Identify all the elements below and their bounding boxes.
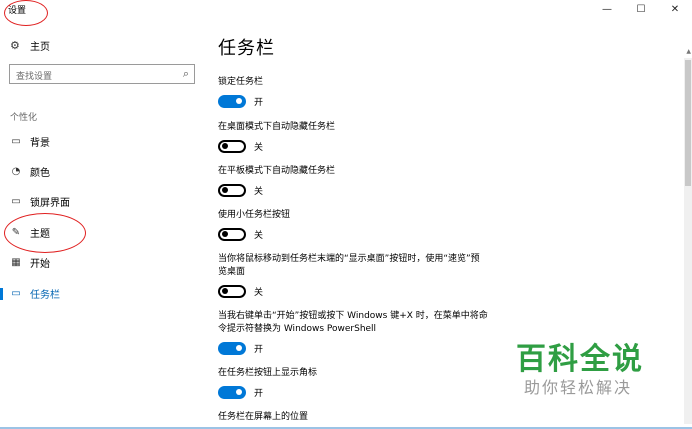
toggle-row-lock-taskbar: 开 xyxy=(218,94,263,108)
window-controls: — ☐ ✕ xyxy=(590,0,692,18)
setting-label-autohide-tablet: 在平板模式下自动隐藏任务栏 xyxy=(218,166,336,176)
setting-label-lock-taskbar: 锁定任务栏 xyxy=(218,77,264,87)
scrollbar-thumb[interactable] xyxy=(685,60,691,186)
setting-label-line: 令提示符替换为 Windows PowerShell xyxy=(218,324,377,334)
search-placeholder: 查找设置 xyxy=(16,72,53,82)
toggle-lock-taskbar[interactable] xyxy=(218,94,246,108)
toggle-knob xyxy=(222,187,228,193)
watermark-title: 百科全说 xyxy=(516,342,644,377)
watermark-subtitle: 助你轻松解决 xyxy=(524,378,633,397)
toggle-state-label: 开 xyxy=(254,344,264,355)
setting-label-peek: 当你将鼠标移动到任务栏末端的“显示桌面”按钮时，使用“速览”预 览桌面 xyxy=(218,253,480,279)
palette-icon: ◔ xyxy=(11,165,21,177)
toggle-knob xyxy=(222,288,228,294)
picture-icon: ▭ xyxy=(11,135,21,147)
toggle-row-powershell: 开 xyxy=(218,341,263,355)
close-button[interactable]: ✕ xyxy=(658,0,692,18)
search-input[interactable]: 查找设置 ⌕ xyxy=(9,64,195,84)
toggle-state-label: 关 xyxy=(254,142,264,153)
toggle-powershell[interactable] xyxy=(218,341,246,355)
setting-label-small-buttons: 使用小任务栏按钮 xyxy=(218,210,291,220)
active-indicator xyxy=(0,288,3,300)
gear-icon: ⚙ xyxy=(10,39,20,52)
toggle-row-peek: 关 xyxy=(218,284,263,298)
setting-label-line: 览桌面 xyxy=(218,267,246,277)
home-nav-item[interactable]: ⚙ 主页 xyxy=(10,38,50,53)
sidebar-item-label: 背景 xyxy=(30,137,50,149)
toggle-knob xyxy=(222,143,228,149)
sidebar-item-label: 锁屏界面 xyxy=(30,197,70,209)
toggle-state-label: 关 xyxy=(254,287,264,298)
setting-label-line: 当我右键单击“开始”按钮或按下 Windows 键+X 时，在菜单中将命 xyxy=(218,311,488,321)
sidebar-item-label: 开始 xyxy=(30,258,50,270)
annotation-circle-title xyxy=(4,0,48,26)
toggle-row-autohide-tablet: 关 xyxy=(218,183,263,197)
section-label-taskbar-location: 任务栏在屏幕上的位置 xyxy=(218,412,309,422)
toggle-small-buttons[interactable] xyxy=(218,227,246,241)
minimize-button[interactable]: — xyxy=(590,0,624,18)
toggle-state-label: 关 xyxy=(254,186,264,197)
page-title: 任务栏 xyxy=(218,38,275,59)
taskbar-icon: ▭ xyxy=(11,287,21,299)
sidebar-item-start[interactable]: ▦ 开始 xyxy=(10,255,50,270)
toggle-state-label: 关 xyxy=(254,230,264,241)
toggle-state-label: 开 xyxy=(254,97,264,108)
toggle-state-label: 开 xyxy=(254,388,264,399)
toggle-autohide-tablet[interactable] xyxy=(218,183,246,197)
sidebar-item-taskbar[interactable]: ▭ 任务栏 xyxy=(10,286,60,301)
toggle-badges[interactable] xyxy=(218,385,246,399)
toggle-knob xyxy=(236,98,242,104)
start-icon: ▦ xyxy=(11,256,21,268)
toggle-knob xyxy=(222,231,228,237)
scroll-up-icon[interactable]: ▲ xyxy=(686,48,691,55)
toggle-row-small-buttons: 关 xyxy=(218,227,263,241)
setting-label-line: 当你将鼠标移动到任务栏末端的“显示桌面”按钮时，使用“速览”预 xyxy=(218,254,480,264)
toggle-autohide-desktop[interactable] xyxy=(218,139,246,153)
sidebar-item-background[interactable]: ▭ 背景 xyxy=(10,134,50,149)
setting-label-autohide-desktop: 在桌面模式下自动隐藏任务栏 xyxy=(218,122,336,132)
setting-label-powershell: 当我右键单击“开始”按钮或按下 Windows 键+X 时，在菜单中将命 令提示… xyxy=(218,310,488,336)
sidebar-item-lock-screen[interactable]: ▭ 锁屏界面 xyxy=(10,194,70,209)
annotation-circle-theme xyxy=(4,213,86,253)
sidebar-item-colors[interactable]: ◔ 颜色 xyxy=(10,164,50,179)
toggle-knob xyxy=(236,345,242,351)
search-icon: ⌕ xyxy=(182,67,189,80)
toggle-row-badges: 开 xyxy=(218,385,263,399)
toggle-knob xyxy=(236,389,242,395)
sidebar-item-label: 颜色 xyxy=(30,167,50,179)
toggle-peek[interactable] xyxy=(218,284,246,298)
setting-label-badges: 在任务栏按钮上显示角标 xyxy=(218,368,318,378)
home-label: 主页 xyxy=(30,42,50,53)
toggle-row-autohide-desktop: 关 xyxy=(218,139,263,153)
sidebar-item-label: 任务栏 xyxy=(30,289,60,301)
section-label-personalization: 个性化 xyxy=(10,113,38,123)
maximize-button[interactable]: ☐ xyxy=(624,0,658,18)
lock-screen-icon: ▭ xyxy=(11,195,21,207)
